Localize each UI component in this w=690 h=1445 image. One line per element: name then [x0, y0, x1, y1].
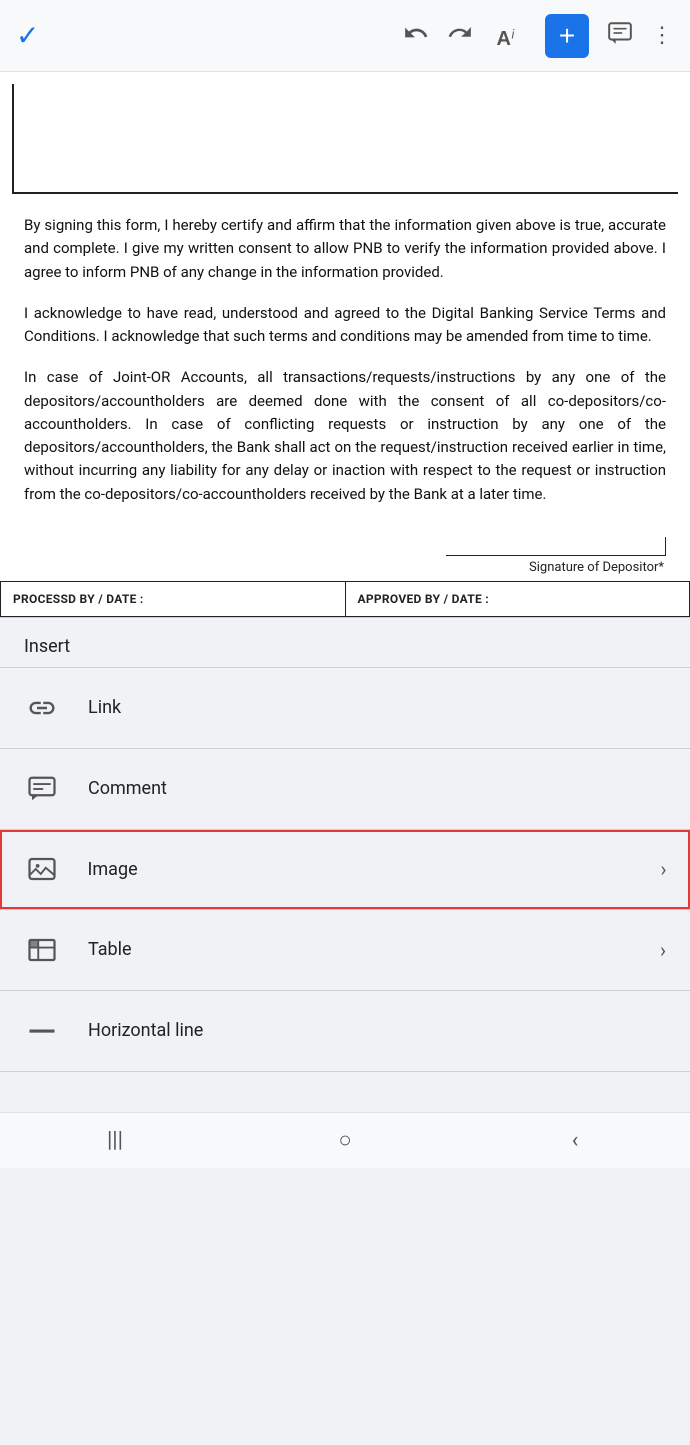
menu-item-comment[interactable]: Comment: [0, 749, 690, 829]
menu-item-link[interactable]: Link: [0, 668, 690, 748]
signature-input-box: [12, 84, 678, 194]
toolbar: ✓ A i +: [0, 0, 690, 72]
horizontal-line-label: Horizontal line: [88, 1020, 666, 1041]
doc-content: By signing this form, I hereby certify a…: [0, 194, 690, 506]
more-button[interactable]: ⋮: [651, 23, 674, 48]
link-icon: [24, 690, 60, 726]
horizontal-line-icon: [24, 1013, 60, 1049]
nav-recent-apps[interactable]: |||: [0, 1113, 230, 1168]
bottom-spacer: [0, 1072, 690, 1112]
nav-back[interactable]: ‹: [460, 1113, 690, 1168]
processed-by-cell: PROCESSD BY / DATE :: [1, 581, 346, 616]
process-table: PROCESSD BY / DATE : APPROVED BY / DATE …: [0, 581, 690, 617]
table-label: Table: [88, 939, 660, 960]
undo-icon: [403, 20, 429, 46]
table-icon: [24, 932, 60, 968]
comment-icon: [24, 771, 60, 807]
paragraph-2: I acknowledge to have read, understood a…: [24, 302, 666, 349]
approved-by-cell: APPROVED BY / DATE :: [345, 581, 690, 616]
image-icon: [24, 851, 60, 887]
recent-apps-icon: |||: [107, 1128, 123, 1153]
image-arrow-icon: ›: [660, 857, 666, 881]
link-label: Link: [88, 697, 666, 718]
svg-text:A: A: [497, 27, 511, 49]
comment-toolbar-button[interactable]: [607, 20, 633, 52]
text-format-icon: A i: [494, 21, 524, 51]
add-button[interactable]: +: [545, 14, 589, 58]
signature-section: Signature of Depositor*: [0, 524, 690, 581]
comment-label: Comment: [88, 778, 666, 799]
home-icon: ○: [338, 1127, 351, 1153]
svg-text:i: i: [512, 27, 516, 41]
image-label: Image: [88, 859, 661, 880]
comment-toolbar-icon: [607, 20, 633, 46]
document-area: By signing this form, I hereby certify a…: [0, 72, 690, 617]
text-format-button[interactable]: A i: [491, 18, 527, 54]
menu-item-horizontal-line[interactable]: Horizontal line: [0, 991, 690, 1071]
check-button[interactable]: ✓: [16, 19, 39, 52]
undo-button[interactable]: [403, 20, 429, 52]
insert-title: Insert: [24, 636, 70, 657]
signature-label: Signature of Depositor*: [529, 560, 666, 575]
back-icon: ‹: [572, 1128, 579, 1153]
menu-item-table[interactable]: Table ›: [0, 910, 690, 990]
insert-section-header: Insert: [0, 617, 690, 667]
paragraph-3: In case of Joint-OR Accounts, all transa…: [24, 366, 666, 506]
nav-home[interactable]: ○: [230, 1113, 460, 1168]
paragraph-1: By signing this form, I hereby certify a…: [24, 214, 666, 284]
table-arrow-icon: ›: [660, 938, 666, 962]
redo-icon: [447, 20, 473, 46]
menu-item-image[interactable]: Image ›: [0, 830, 690, 909]
add-icon: +: [559, 20, 575, 52]
cursor-indicator: [665, 537, 667, 555]
bottom-nav: ||| ○ ‹: [0, 1112, 690, 1168]
redo-button[interactable]: [447, 20, 473, 52]
